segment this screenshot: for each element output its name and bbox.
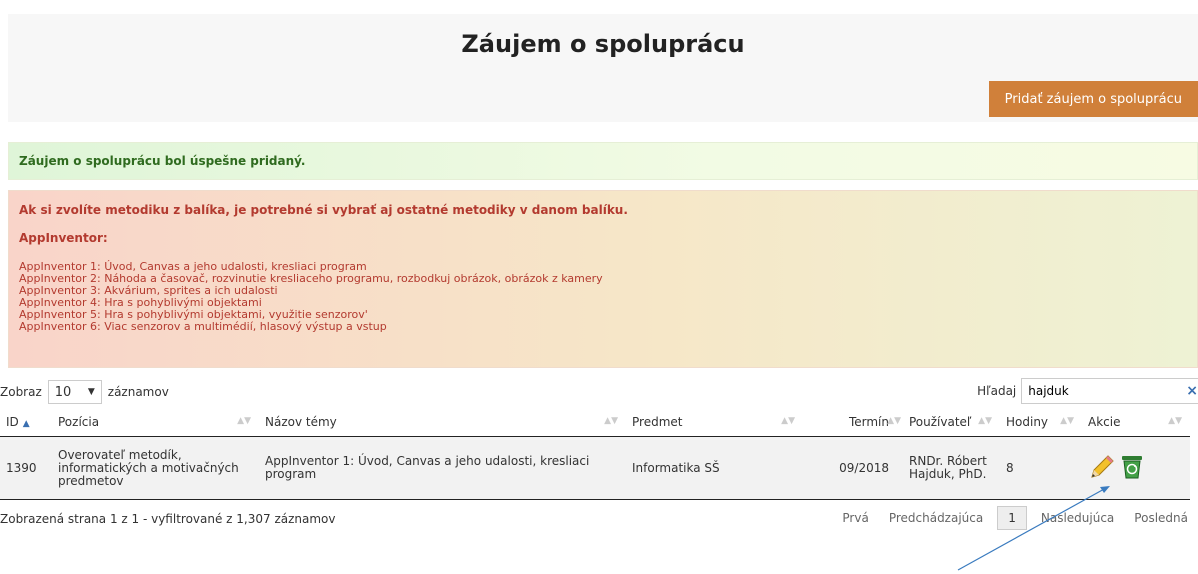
col-position[interactable]: Pozícia ▲▼ <box>52 408 259 437</box>
cell-id: 1390 <box>0 436 52 500</box>
warning-heading: Ak si zvolíte metodiku z balíka, je potr… <box>19 203 628 217</box>
col-subject-label: Predmet <box>632 415 683 429</box>
sort-icon: ▲▼ <box>1060 416 1074 426</box>
sort-icon: ▲▼ <box>1168 416 1182 426</box>
sort-asc-icon: ▲ <box>22 419 30 429</box>
page-last[interactable]: Posledná <box>1124 511 1198 525</box>
page-first[interactable]: Prvá <box>832 511 878 525</box>
sort-icon: ▲▼ <box>237 416 251 426</box>
col-hours-label: Hodiny <box>1006 415 1049 429</box>
cell-topic: AppInventor 1: Úvod, Canvas a jeho udalo… <box>259 436 626 500</box>
pagination: Prvá Predchádzajúca 1 Nasledujúca Posled… <box>832 506 1198 530</box>
col-user[interactable]: Používateľ ▲▼ <box>903 408 1000 437</box>
table-footer: Zobrazená strana 1 z 1 - vyfiltrované z … <box>0 500 1198 540</box>
col-topic-label: Názov témy <box>265 415 337 429</box>
table-info: Zobrazená strana 1 z 1 - vyfiltrované z … <box>0 512 336 526</box>
cell-hours: 8 <box>1000 436 1082 500</box>
col-actions[interactable]: Akcie ▲▼ <box>1082 408 1190 437</box>
action-bar: Pridať záujem o spoluprácu <box>8 76 1198 122</box>
sort-icon: ▲▼ <box>887 416 901 426</box>
warning-subheading: AppInventor: <box>19 231 108 245</box>
page-length-select[interactable]: 10 ▼ <box>47 380 102 404</box>
col-id-label: ID <box>6 415 19 429</box>
col-actions-label: Akcie <box>1088 415 1121 429</box>
search-input[interactable] <box>1021 378 1198 404</box>
page-next[interactable]: Nasledujúca <box>1031 511 1124 525</box>
page-length-control: Zobraz 10 ▼ záznamov <box>0 380 169 404</box>
col-id[interactable]: ID ▲ <box>0 408 52 437</box>
col-term-label: Termín <box>848 415 889 429</box>
cell-term: 09/2018 <box>803 436 903 500</box>
recycle-bin-icon[interactable] <box>1120 454 1144 483</box>
clear-search-icon[interactable]: × <box>1186 383 1198 399</box>
page-length-value: 10 <box>54 384 72 400</box>
results-table: ID ▲ Pozícia ▲▼ Názov témy ▲▼ Predmet ▲▼ Ter… <box>0 408 1190 500</box>
table-controls: Zobraz 10 ▼ záznamov Hľadaj × <box>0 378 1198 408</box>
cell-subject: Informatika SŠ <box>626 436 803 500</box>
page-previous[interactable]: Predchádzajúca <box>879 511 993 525</box>
col-hours[interactable]: Hodiny ▲▼ <box>1000 408 1082 437</box>
length-prefix: Zobraz <box>0 385 42 399</box>
cell-user: RNDr. Róbert Hajduk, PhD. <box>903 436 1000 500</box>
sort-icon: ▲▼ <box>604 416 618 426</box>
page-current[interactable]: 1 <box>997 506 1027 530</box>
sort-icon: ▲▼ <box>781 416 795 426</box>
pencil-icon[interactable] <box>1088 453 1116 484</box>
cell-actions <box>1082 436 1190 500</box>
col-position-label: Pozícia <box>58 415 100 429</box>
search-label: Hľadaj <box>977 384 1017 398</box>
search-control: Hľadaj × <box>977 378 1198 404</box>
success-alert: Záujem o spoluprácu bol úspešne pridaný. <box>8 142 1198 180</box>
warning-item: AppInventor 6: Viac senzorov a multimédi… <box>19 320 387 333</box>
col-term[interactable]: Termín ▲▼ <box>803 408 903 437</box>
warning-alert: Ak si zvolíte metodiku z balíka, je potr… <box>8 190 1198 368</box>
caret-down-icon: ▼ <box>87 387 95 397</box>
col-subject[interactable]: Predmet ▲▼ <box>626 408 803 437</box>
sort-icon: ▲▼ <box>978 416 992 426</box>
warning-list: AppInventor 1: Úvod, Canvas a jeho udalo… <box>19 261 1187 333</box>
length-suffix: záznamov <box>107 385 169 399</box>
page-title: Záujem o spoluprácu <box>8 14 1198 76</box>
page: Záujem o spoluprácu Pridať záujem o spol… <box>0 14 1198 540</box>
add-cooperation-button[interactable]: Pridať záujem o spoluprácu <box>988 81 1198 117</box>
col-user-label: Používateľ <box>909 415 972 429</box>
col-topic[interactable]: Názov témy ▲▼ <box>259 408 626 437</box>
cell-position: Overovateľ metodík, informatických a mot… <box>52 436 259 500</box>
table-row: 1390 Overovateľ metodík, informatických … <box>0 436 1190 500</box>
